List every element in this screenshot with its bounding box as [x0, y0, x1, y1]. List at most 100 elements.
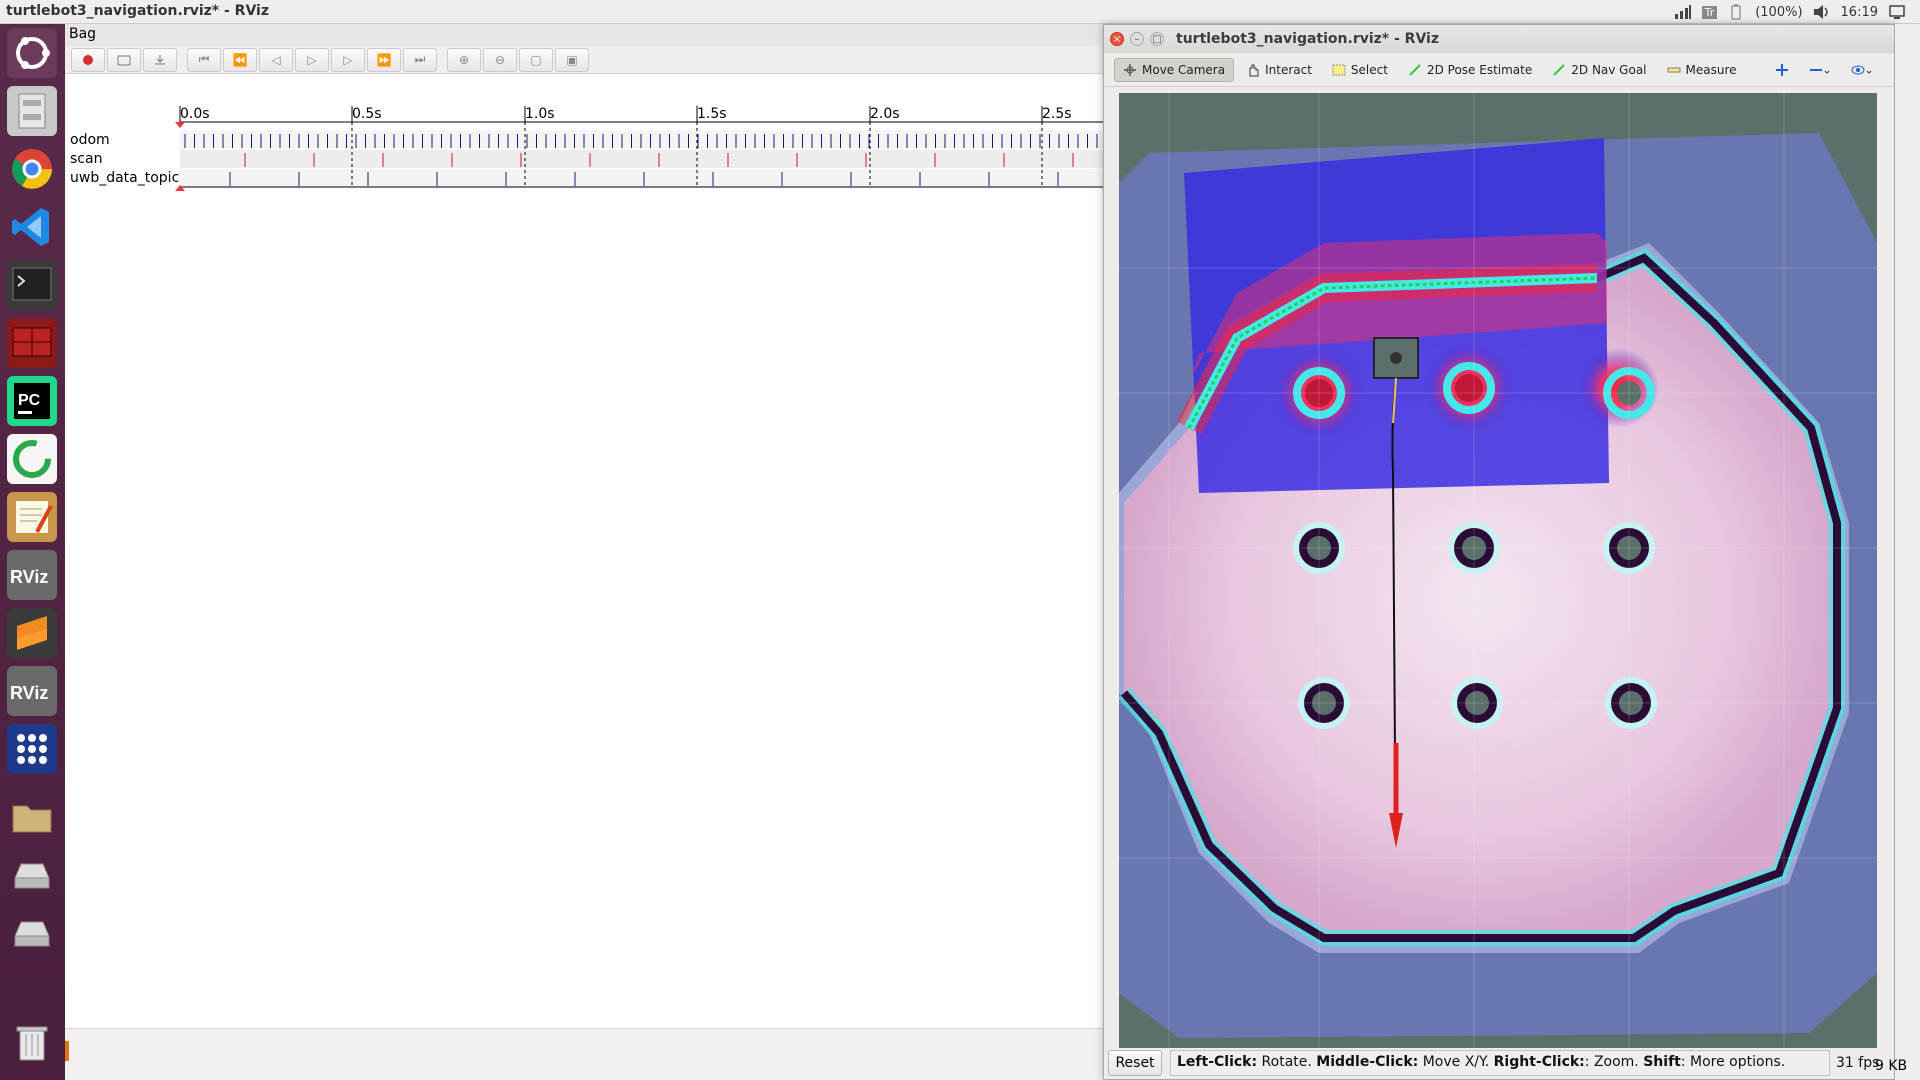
play-button[interactable]: ▷: [295, 47, 329, 72]
app-grid-icon: [17, 734, 47, 764]
battery-percent: (100%): [1755, 4, 1803, 20]
move-camera-label: Move Camera: [1142, 62, 1226, 77]
skip-forward-icon: ⏭: [414, 52, 426, 66]
pose-estimate-tool[interactable]: 2D Pose Estimate: [1400, 59, 1540, 81]
launcher-item-chrome[interactable]: [7, 144, 57, 194]
view-options-button[interactable]: [1843, 59, 1881, 81]
ring-icon: [13, 440, 51, 478]
bag-timeline[interactable]: odom scan uwb_data_topic 0.0s 0.5s 1.0s …: [65, 76, 1105, 196]
svg-text:RViz: RViz: [10, 683, 48, 703]
measure-tool[interactable]: Measure: [1659, 59, 1745, 81]
folder-icon: [12, 805, 52, 833]
select-label: Select: [1350, 62, 1388, 77]
select-tool[interactable]: Select: [1324, 59, 1396, 81]
rewind-button[interactable]: ⏪: [223, 47, 257, 72]
battery-icon[interactable]: [1727, 4, 1745, 20]
thumbnail-icon: ▣: [566, 52, 578, 67]
record-button[interactable]: [71, 47, 105, 72]
launcher-item-app-ring[interactable]: [7, 434, 57, 484]
network-icon[interactable]: [1674, 4, 1692, 20]
svg-text:RViz: RViz: [10, 567, 48, 587]
minimize-button[interactable]: –: [1130, 32, 1144, 46]
hint-shift-val: : More options.: [1680, 1054, 1786, 1070]
launcher-item-drive-1[interactable]: [7, 850, 57, 900]
launcher-item-ubuntu-dash[interactable]: [7, 28, 57, 78]
terminal-icon: [12, 267, 52, 301]
go-end-button[interactable]: ⏭: [403, 47, 437, 72]
pycharm-icon: PC: [14, 383, 50, 419]
hand-icon: [1249, 64, 1259, 76]
goal-arrow-icon: [1553, 63, 1565, 76]
hint-left-key: Left-Click:: [1177, 1054, 1258, 1070]
zoom-in-button[interactable]: ⊕: [447, 47, 481, 72]
launcher-item-files[interactable]: [7, 86, 57, 136]
plus-icon: [1775, 63, 1788, 76]
launcher-item-folder[interactable]: [7, 792, 57, 842]
save-button[interactable]: [143, 47, 177, 72]
step-forward-button[interactable]: ▷: [331, 47, 365, 72]
rviz-icon: RViz: [10, 683, 48, 703]
svg-text:PC: PC: [18, 392, 41, 409]
system-tray: Tr (100%) 16:19: [1674, 2, 1906, 22]
move-camera-tool[interactable]: Move Camera: [1114, 57, 1235, 82]
close-button[interactable]: ×: [1110, 32, 1124, 46]
pose-arrow-icon: [1409, 63, 1421, 76]
rewind-icon: ⏪: [232, 52, 248, 67]
volume-icon[interactable]: [1813, 4, 1831, 20]
zoom-reset-button[interactable]: ▢: [519, 47, 553, 72]
step-back-button[interactable]: ◁: [259, 47, 293, 72]
maximize-button[interactable]: □: [1150, 32, 1164, 46]
playhead-slider[interactable]: [65, 1041, 69, 1061]
nav-goal-tool[interactable]: 2D Nav Goal: [1544, 59, 1654, 81]
keyboard-layout-indicator[interactable]: Tr: [1701, 5, 1718, 19]
launcher-item-sublime[interactable]: [7, 608, 57, 658]
launcher-item-text-editor[interactable]: [7, 492, 57, 542]
launcher-item-drive-2[interactable]: [7, 908, 57, 958]
launcher-item-vscode[interactable]: [7, 202, 57, 252]
step-forward-icon: ▷: [343, 52, 353, 67]
rviz-title: turtlebot3_navigation.rviz* - RViz: [1176, 31, 1439, 47]
fps-counter: 31 fps: [1836, 1055, 1880, 1071]
bag-window: Bag ⏮ ⏪ ◁ ▷ ▷ ⏩ ⏭ ⊕ ⊖ ▢ ▣ odom scan uwb_…: [65, 24, 1105, 1080]
save-icon: [155, 54, 165, 64]
bag-titlebar: Bag: [65, 24, 1105, 46]
bag-title: Bag: [69, 26, 97, 42]
zoom-in-icon: ⊕: [458, 52, 470, 67]
hint-right-val: : Zoom.: [1584, 1054, 1644, 1070]
terminator-icon: [12, 327, 52, 357]
mouse-hint: Left-Click: Rotate. Middle-Click: Move X…: [1170, 1050, 1830, 1076]
launcher-item-terminal[interactable]: [7, 260, 57, 310]
3d-viewport[interactable]: [1119, 93, 1877, 1048]
remove-tool-button[interactable]: [1801, 59, 1839, 81]
vscode-icon: [12, 208, 49, 246]
launcher-item-pycharm[interactable]: PC: [7, 376, 57, 426]
launcher-item-app-grid[interactable]: [7, 724, 57, 774]
fast-forward-button[interactable]: ⏩: [367, 47, 401, 72]
hint-mid-val: Move X/Y.: [1418, 1054, 1494, 1070]
go-start-button[interactable]: ⏮: [187, 47, 221, 72]
rviz-titlebar[interactable]: × – □ turtlebot3_navigation.rviz* - RViz: [1104, 25, 1894, 53]
chrome-icon: [12, 149, 52, 189]
play-icon: ▷: [307, 52, 317, 67]
zoom-reset-icon: ▢: [530, 52, 542, 67]
launcher-item-terminator[interactable]: [7, 318, 57, 368]
select-icon: [1332, 64, 1346, 75]
open-button[interactable]: [107, 47, 141, 72]
hint-mid-key: Middle-Click:: [1316, 1054, 1419, 1070]
power-icon[interactable]: [1888, 4, 1906, 20]
launcher-item-rviz-2[interactable]: RViz: [7, 666, 57, 716]
rviz-window: × – □ turtlebot3_navigation.rviz* - RViz…: [1103, 24, 1895, 1080]
clock[interactable]: 16:19: [1841, 5, 1878, 20]
zoom-out-icon: ⊖: [494, 52, 506, 67]
hint-shift-key: Shift: [1643, 1054, 1681, 1070]
thumbnails-button[interactable]: ▣: [555, 47, 589, 72]
record-icon: [83, 54, 93, 65]
measure-label: Measure: [1685, 62, 1737, 77]
interact-tool[interactable]: Interact: [1238, 59, 1320, 81]
add-tool-button[interactable]: [1767, 59, 1797, 81]
timeline-tracks[interactable]: [65, 76, 1105, 196]
zoom-out-button[interactable]: ⊖: [483, 47, 517, 72]
reset-button[interactable]: Reset: [1108, 1050, 1162, 1076]
launcher-item-rviz[interactable]: RViz: [7, 550, 57, 600]
launcher-item-trash[interactable]: [7, 1018, 57, 1068]
